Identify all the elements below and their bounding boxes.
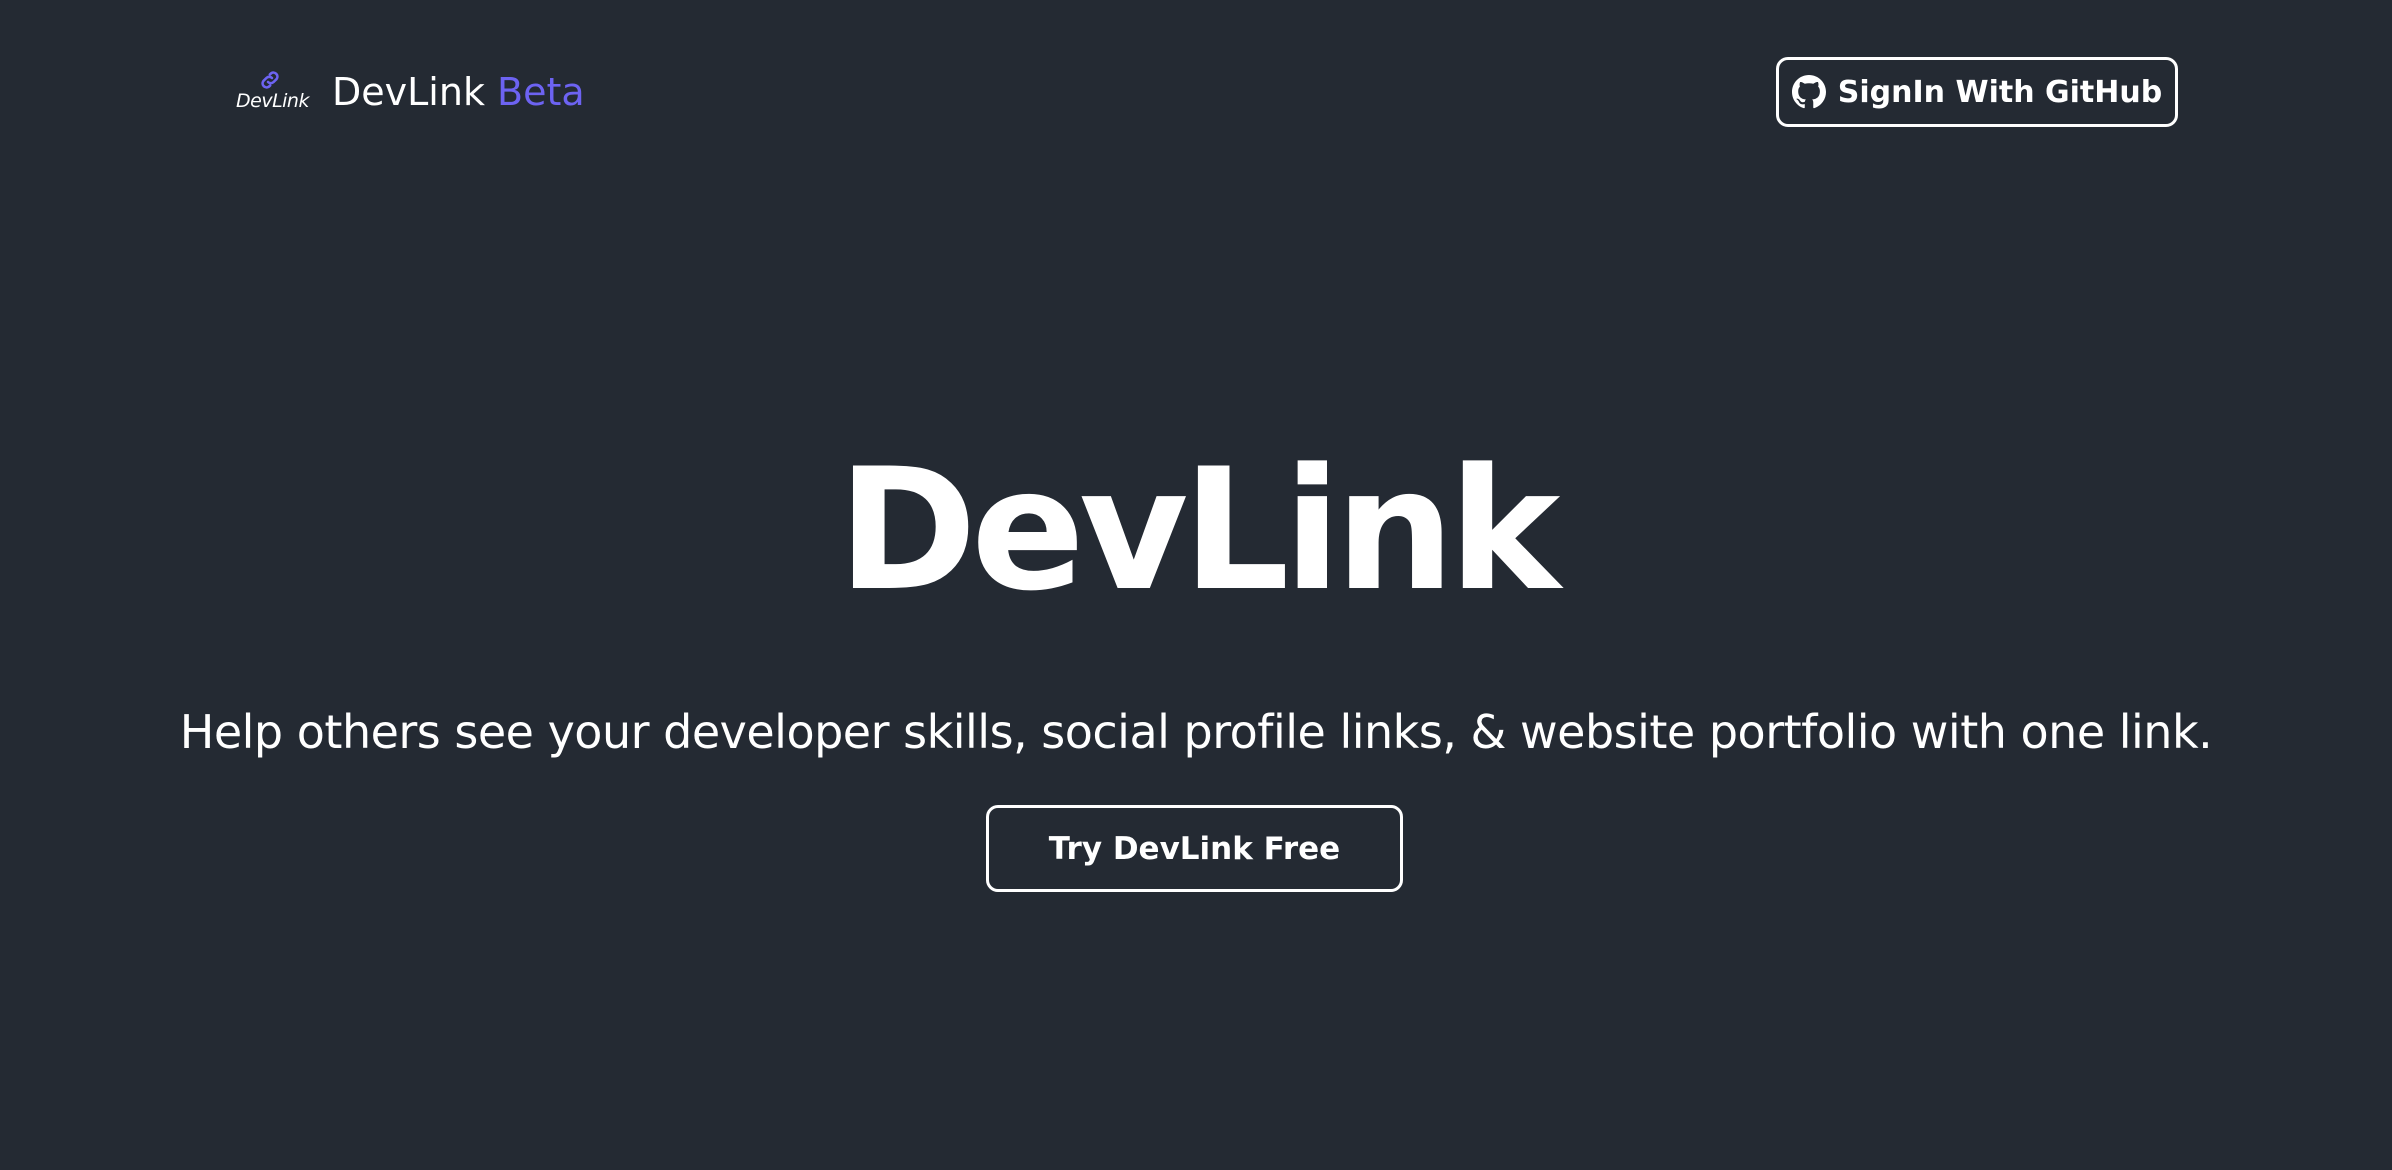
hero-title: DevLink <box>837 432 1561 628</box>
beta-badge: Beta <box>497 70 585 114</box>
github-icon <box>1791 75 1826 109</box>
top-nav: DevLink DevLink Beta SignIn With GitHub <box>0 0 2392 185</box>
try-free-button[interactable]: Try DevLink Free <box>986 805 1403 892</box>
signin-button-label: SignIn With GitHub <box>1837 74 2163 110</box>
link-icon <box>261 71 279 89</box>
home-logo-link[interactable]: DevLink DevLink Beta <box>230 62 585 122</box>
try-free-button-label: Try DevLink Free <box>1048 830 1341 867</box>
brand-name: DevLink <box>332 70 485 114</box>
logo: DevLink <box>230 64 310 120</box>
brand-title: DevLink Beta <box>332 62 585 122</box>
hero-tagline: Help others see your developer skills, s… <box>179 705 2213 759</box>
logo-mark-text: DevLink <box>236 90 309 112</box>
signin-github-button[interactable]: SignIn With GitHub <box>1776 57 2178 127</box>
